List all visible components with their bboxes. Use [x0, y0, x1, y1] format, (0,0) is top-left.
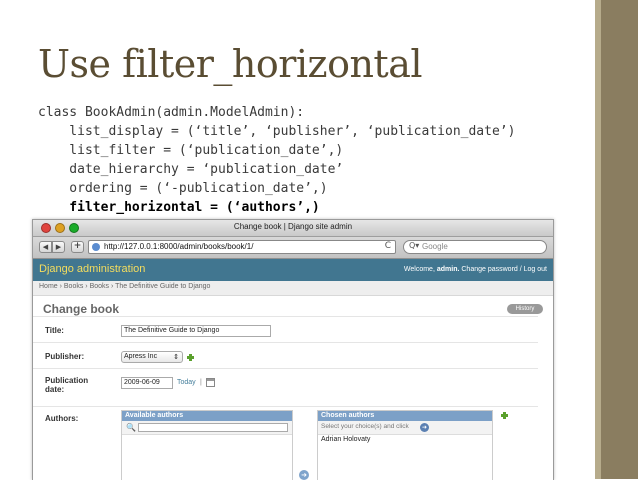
slide-side-stripe-highlight [595, 0, 601, 479]
forward-button[interactable]: ▶ [52, 241, 65, 253]
welcome-text: Welcome, [403, 266, 435, 273]
form-row-publication-date: Publication date: 2009-06-09 Today | [33, 368, 538, 407]
code-line: list_display = (‘title’, ‘publisher’, ‘p… [38, 124, 516, 139]
publisher-selected-value: Apress Inc [124, 353, 158, 360]
browser-toolbar: ◀ ▶ + http://127.0.0.1:8000/admin/books/… [33, 237, 553, 259]
chosen-authors-title: Chosen authors [318, 411, 492, 421]
page-title: Change book [43, 302, 120, 316]
available-authors-box: Available authors 🔍 [121, 410, 293, 480]
chosen-author-item[interactable]: Adrian Holovaty [321, 436, 370, 443]
chosen-authors-help: Select your choice(s) and click ➜ [318, 421, 492, 435]
slide-title: Use filter_horizontal [38, 42, 423, 86]
add-bookmark-button[interactable]: + [71, 241, 84, 253]
browser-window: Change book | Django site admin ◀ ▶ + ht… [32, 219, 554, 480]
reload-icon[interactable]: C [385, 241, 391, 251]
arrow-circle-icon: ➜ [420, 423, 429, 432]
add-publisher-icon[interactable] [187, 354, 194, 361]
search-icon: Q▾ [409, 241, 420, 250]
search-icon: 🔍 [126, 423, 136, 432]
window-titlebar: Change book | Django site admin [33, 220, 553, 237]
code-line: list_filter = (‘publication_date’,) [38, 143, 344, 158]
publisher-label: Publisher: [45, 352, 85, 361]
available-authors-title: Available authors [122, 411, 292, 421]
filter-input[interactable] [138, 423, 288, 432]
username: admin. [436, 266, 460, 273]
code-line: class BookAdmin(admin.ModelAdmin): [38, 105, 305, 120]
authors-label: Authors: [45, 414, 79, 423]
search-bar[interactable]: Q▾ Google [403, 240, 547, 254]
breadcrumb-text[interactable]: Home › Books › Books › The Definitive Gu… [39, 283, 210, 290]
code-line-highlighted: filter_horizontal = (‘authors’,) [38, 200, 320, 215]
slide-side-stripe [595, 0, 638, 479]
available-authors-filter: 🔍 [122, 421, 292, 435]
globe-icon [92, 243, 100, 251]
code-line: date_hierarchy = ‘publication_date’ [38, 162, 344, 177]
url-text: http://127.0.0.1:8000/admin/books/book/1… [104, 242, 254, 251]
add-author-icon[interactable] [501, 412, 508, 419]
chosen-authors-box: Chosen authors Select your choice(s) and… [317, 410, 493, 480]
code-block: class BookAdmin(admin.ModelAdmin): list_… [38, 103, 515, 217]
publisher-select[interactable]: Apress Inc ⇕ [121, 351, 183, 363]
form-row-title: Title: The Definitive Guide to Django [33, 316, 538, 341]
address-bar[interactable]: http://127.0.0.1:8000/admin/books/book/1… [88, 240, 396, 254]
publication-date-label-line2: date: [45, 385, 65, 394]
history-button[interactable]: History [507, 304, 543, 314]
title-input[interactable]: The Definitive Guide to Django [121, 325, 271, 337]
today-link[interactable]: Today [177, 379, 196, 386]
publication-date-label-line1: Publication [45, 376, 89, 385]
back-button[interactable]: ◀ [39, 241, 52, 253]
publication-date-label: Publication date: [45, 376, 88, 394]
user-links[interactable]: Change password / Log out [461, 266, 547, 273]
title-label: Title: [45, 326, 64, 335]
admin-brand[interactable]: Django administration [39, 263, 145, 275]
search-placeholder: Google [422, 242, 448, 251]
window-title: Change book | Django site admin [233, 222, 353, 231]
code-line: ordering = (‘-publication_date’,) [38, 181, 328, 196]
form-row-publisher: Publisher: Apress Inc ⇕ [33, 342, 538, 367]
publication-date-input[interactable]: 2009-06-09 [121, 377, 173, 389]
select-arrows-icon: ⇕ [173, 354, 179, 361]
calendar-icon[interactable] [206, 378, 215, 387]
user-tools: Welcome, admin. Change password / Log ou… [404, 266, 547, 273]
chosen-help-text: Select your choice(s) and click [321, 423, 409, 430]
admin-header: Django administration Welcome, admin. Ch… [33, 259, 553, 281]
today-separator: | [200, 379, 202, 386]
breadcrumb: Home › Books › Books › The Definitive Gu… [33, 281, 553, 296]
